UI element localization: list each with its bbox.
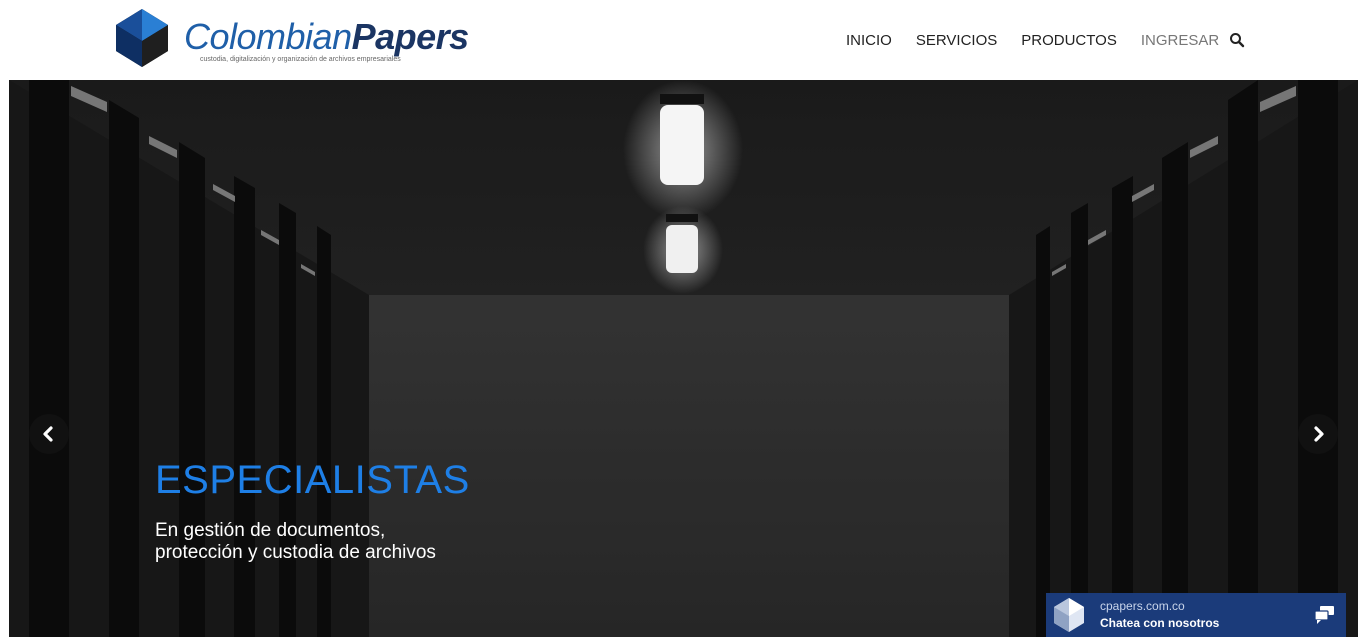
nav-item-servicios[interactable]: SERVICIOS [904, 0, 1009, 80]
main-nav: INICIO SERVICIOS PRODUCTOS INGRESAR [834, 0, 1231, 87]
slider-next-button[interactable] [1298, 414, 1338, 454]
chat-domain: cpapers.com.co [1100, 599, 1185, 613]
search-icon[interactable] [1228, 31, 1246, 49]
nav-item-productos[interactable]: PRODUCTOS [1009, 0, 1129, 80]
logo-cube-icon [116, 9, 168, 67]
chat-widget[interactable]: cpapers.com.co Chatea con nosotros [1046, 593, 1346, 637]
hero-slider: ESPECIALISTAS En gestión de documentos, … [9, 80, 1358, 637]
hero-title: ESPECIALISTAS [155, 458, 470, 502]
logo-wordmark: ColombianPapers [184, 17, 469, 57]
site-logo[interactable]: ColombianPapers custodia, digitalización… [114, 7, 469, 69]
logo-word-light: Colombian [184, 16, 352, 57]
nav-item-ingresar[interactable]: INGRESAR [1129, 0, 1231, 87]
nav-item-inicio[interactable]: INICIO [834, 0, 904, 80]
logo-tagline: custodia, digitalización y organización … [200, 56, 401, 63]
chat-logo-cube-icon [1054, 598, 1084, 632]
hero-subtitle-line-2: protección y custodia de archivos [155, 542, 436, 563]
hero-subtitle-line-1: En gestión de documentos, [155, 520, 386, 541]
slider-prev-button[interactable] [29, 414, 69, 454]
chat-bubbles-icon [1314, 606, 1334, 624]
hero-subtitle: En gestión de documentos, protección y c… [155, 520, 555, 564]
chat-label: Chatea con nosotros [1100, 616, 1220, 630]
chevron-left-icon [43, 426, 53, 442]
chevron-right-icon [1314, 426, 1324, 442]
logo-word-bold: Papers [351, 16, 470, 57]
site-header: ColombianPapers custodia, digitalización… [0, 0, 1366, 87]
